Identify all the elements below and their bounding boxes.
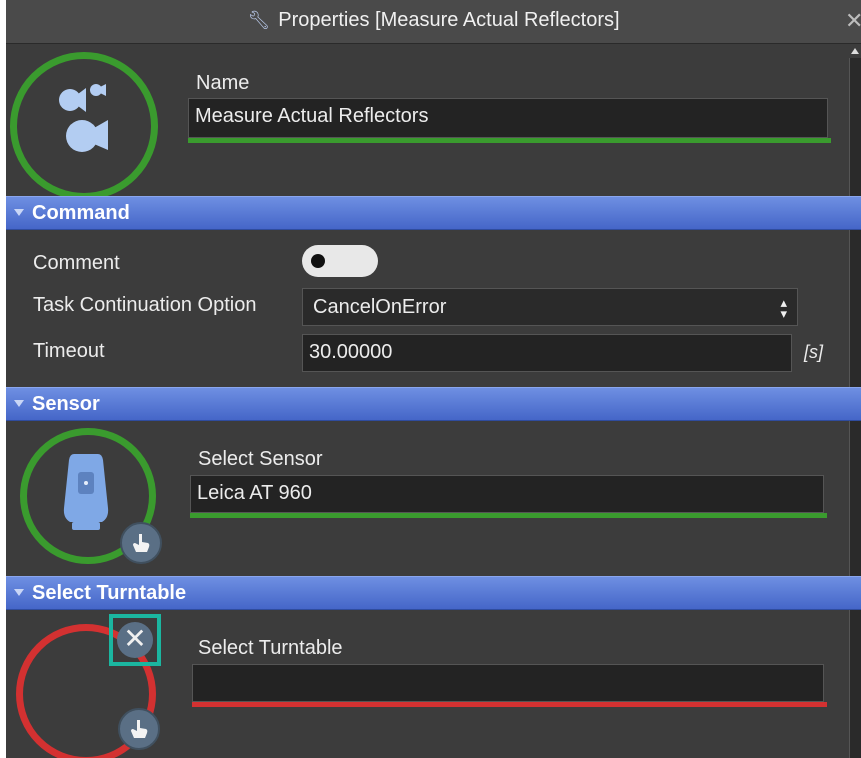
collapse-triangle-icon (14, 400, 24, 407)
section-title: Select Turntable (32, 582, 187, 604)
pointer-hand-icon (133, 534, 150, 552)
select-sensor-label: Select Sensor (198, 448, 323, 470)
clear-turntable-button[interactable]: ✕ (109, 614, 161, 666)
section-title: Command (32, 202, 130, 224)
collapse-triangle-icon (14, 209, 24, 216)
task-continuation-label: Task Continuation Option (33, 294, 257, 316)
properties-panel: 🔧︎ Properties [Measure Actual Reflectors]… (6, 0, 861, 758)
select-sensor-input[interactable]: Leica AT 960 (190, 475, 824, 513)
timeout-input[interactable]: 30.00000 (302, 334, 792, 372)
window-title-text: Properties [Measure Actual Reflectors] (278, 9, 620, 31)
turntable-invalid-bar (192, 702, 827, 707)
collapse-triangle-icon (14, 589, 24, 596)
laser-tracker-icon (63, 454, 109, 530)
comment-toggle[interactable] (302, 245, 378, 277)
wrench-icon: 🔧︎ (247, 10, 271, 30)
close-x-icon: ✕ (117, 622, 153, 658)
turntable-pick-button[interactable] (118, 708, 160, 750)
pointer-hand-icon (131, 720, 148, 738)
name-valid-bar (188, 138, 831, 143)
select-turntable-input[interactable] (192, 664, 824, 702)
timeout-label: Timeout (33, 340, 105, 362)
updown-chevron-icon: ▴ ▾ (780, 295, 787, 321)
select-turntable-label: Select Turntable (198, 637, 343, 659)
section-header-turntable[interactable]: Select Turntable (6, 576, 861, 610)
timeout-unit: [s] (804, 342, 824, 362)
section-header-command[interactable]: Command (6, 196, 861, 230)
toggle-knob (311, 254, 325, 268)
comment-label: Comment (33, 252, 120, 274)
close-icon[interactable]: ✕ (845, 8, 861, 34)
sensor-valid-bar (190, 513, 827, 518)
reflectors-icon (59, 84, 108, 152)
window-title: 🔧︎ Properties [Measure Actual Reflectors] (6, 9, 861, 32)
task-continuation-value: CancelOnError (313, 296, 447, 318)
section-title: Sensor (32, 393, 100, 415)
task-continuation-select[interactable]: CancelOnError ▴ ▾ (302, 288, 798, 326)
name-input[interactable]: Measure Actual Reflectors (188, 98, 828, 138)
name-label: Name (196, 72, 250, 94)
sensor-pick-button[interactable] (120, 522, 162, 564)
section-header-sensor[interactable]: Sensor (6, 387, 861, 421)
scroll-up-arrow-icon[interactable] (851, 48, 859, 54)
title-bar: 🔧︎ Properties [Measure Actual Reflectors]… (6, 0, 861, 44)
